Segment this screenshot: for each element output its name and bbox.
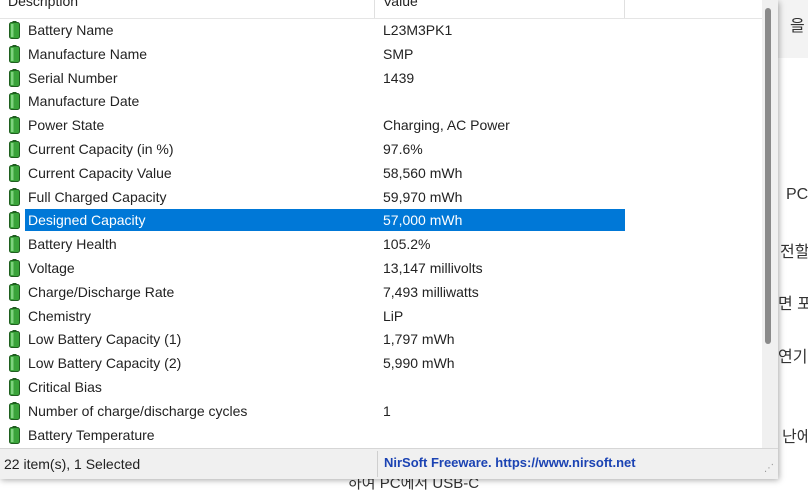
row-label: Manufacture Name (28, 45, 148, 62)
column-divider[interactable] (624, 0, 625, 18)
row-value: 97.6% (383, 141, 423, 157)
table-row[interactable]: Voltage 13,147 millivolts (0, 256, 762, 280)
battery-icon (9, 187, 20, 206)
row-label: Power State (28, 117, 105, 134)
table-row[interactable]: Power State Charging, AC Power (0, 113, 762, 137)
battery-icon (9, 378, 20, 396)
table-row[interactable]: Chemistry LiP (0, 304, 762, 328)
battery-icon (9, 306, 20, 325)
battery-icon (9, 259, 20, 277)
scrollbar-thumb[interactable] (765, 8, 771, 344)
table-row[interactable]: Low Battery Capacity (1) 1,797 mWh (0, 327, 762, 351)
row-value: 5,990 mWh (383, 355, 455, 372)
battery-icon (9, 425, 20, 444)
battery-icon (9, 68, 20, 87)
battery-icon (9, 92, 20, 111)
battery-icon (9, 330, 20, 349)
battery-info-list[interactable]: Battery Name L23M3PK1 Manufacture Name SMP S… (0, 18, 762, 448)
column-header-value[interactable]: Value (383, 0, 418, 9)
row-value: SMP (383, 45, 414, 62)
table-row[interactable]: Full Charged Capacity 59,970 mWh (0, 185, 762, 209)
table-row[interactable]: Designed Capacity 57,000 mWh (0, 208, 762, 232)
table-row[interactable]: Current Capacity (in %) 97.6% (0, 137, 762, 161)
row-value: Charging, AC Power (383, 117, 510, 134)
row-value: 7,493 milliwatts (383, 283, 479, 300)
row-label: Current Capacity Value (28, 164, 172, 181)
row-label: Battery Name (28, 22, 114, 38)
row-label: Manufacture Date (28, 93, 140, 110)
battery-icon (9, 44, 20, 63)
column-header-description[interactable]: Description (8, 0, 78, 9)
row-value: L23M3PK1 (383, 22, 453, 38)
background-text-4: 면 포 (778, 296, 808, 313)
battery-icon (9, 282, 20, 301)
battery-icon (9, 354, 20, 373)
row-label: Battery Health (28, 236, 117, 253)
battery-icon (9, 163, 20, 182)
row-label: Designed Capacity (28, 212, 146, 229)
row-value: 59,970 mWh (383, 188, 463, 205)
row-value: 105.2% (383, 236, 431, 253)
row-label: Battery Temperature (28, 426, 155, 443)
row-label: Low Battery Capacity (1) (28, 331, 182, 348)
row-label: Number of charge/discharge cycles (28, 402, 248, 419)
nirsoft-link[interactable]: NirSoft Freeware. https://www.nirsoft.ne… (384, 455, 636, 470)
table-row[interactable]: Low Battery Capacity (2) 5,990 mWh (0, 351, 762, 375)
battery-icon (9, 140, 20, 158)
vertical-scrollbar[interactable] (762, 0, 778, 448)
table-row[interactable]: Current Capacity Value 58,560 mWh (0, 161, 762, 185)
row-label: Serial Number (28, 69, 118, 86)
table-row[interactable]: Serial Number 1439 (0, 66, 762, 90)
battery-info-window: Description Value Battery Name L23M3PK1 Ma… (0, 0, 778, 479)
table-row[interactable]: Manufacture Date (0, 89, 762, 113)
item-count-status: 22 item(s), 1 Selected (4, 456, 141, 472)
table-row[interactable]: Manufacture Name SMP (0, 42, 762, 66)
table-row[interactable]: Battery Temperature (0, 423, 762, 447)
row-label: Current Capacity (in %) (28, 141, 174, 157)
row-value: 58,560 mWh (383, 164, 463, 181)
background-text-6: 난에 (782, 429, 808, 446)
background-text-1: 을 (790, 18, 805, 35)
battery-icon (9, 21, 20, 39)
battery-icon (9, 116, 20, 135)
status-bar: 22 item(s), 1 Selected NirSoft Freeware.… (0, 448, 778, 479)
row-label: Full Charged Capacity (28, 188, 167, 205)
row-value: 1 (383, 402, 391, 419)
table-row[interactable]: Battery Name L23M3PK1 (0, 18, 762, 42)
list-header: Description Value (0, 0, 762, 19)
row-label: Critical Bias (28, 379, 102, 395)
battery-icon (9, 401, 20, 420)
table-row[interactable]: Battery Health 105.2% (0, 232, 762, 256)
table-row[interactable]: Charge/Discharge Rate 7,493 milliwatts (0, 280, 762, 304)
row-value: 13,147 millivolts (383, 260, 483, 276)
row-label: Chemistry (28, 307, 92, 324)
row-value: LiP (383, 307, 404, 324)
column-divider[interactable] (374, 0, 375, 18)
table-row[interactable]: Number of charge/discharge cycles 1 (0, 399, 762, 423)
row-value: 57,000 mWh (383, 212, 463, 229)
table-row[interactable]: Critical Bias (0, 375, 762, 399)
row-label: Low Battery Capacity (2) (28, 355, 182, 372)
row-label: Charge/Discharge Rate (28, 283, 175, 300)
background-text-3: 전할 (780, 244, 808, 261)
battery-icon (9, 235, 20, 254)
background-text-2: PC (786, 186, 808, 203)
row-label: Voltage (28, 260, 75, 276)
row-value: 1439 (383, 69, 415, 86)
row-value: 1,797 mWh (383, 331, 455, 348)
background-text-5: 연기 (778, 349, 808, 366)
resize-grip-icon[interactable]: ⋰ (764, 463, 774, 474)
battery-icon (9, 211, 20, 230)
